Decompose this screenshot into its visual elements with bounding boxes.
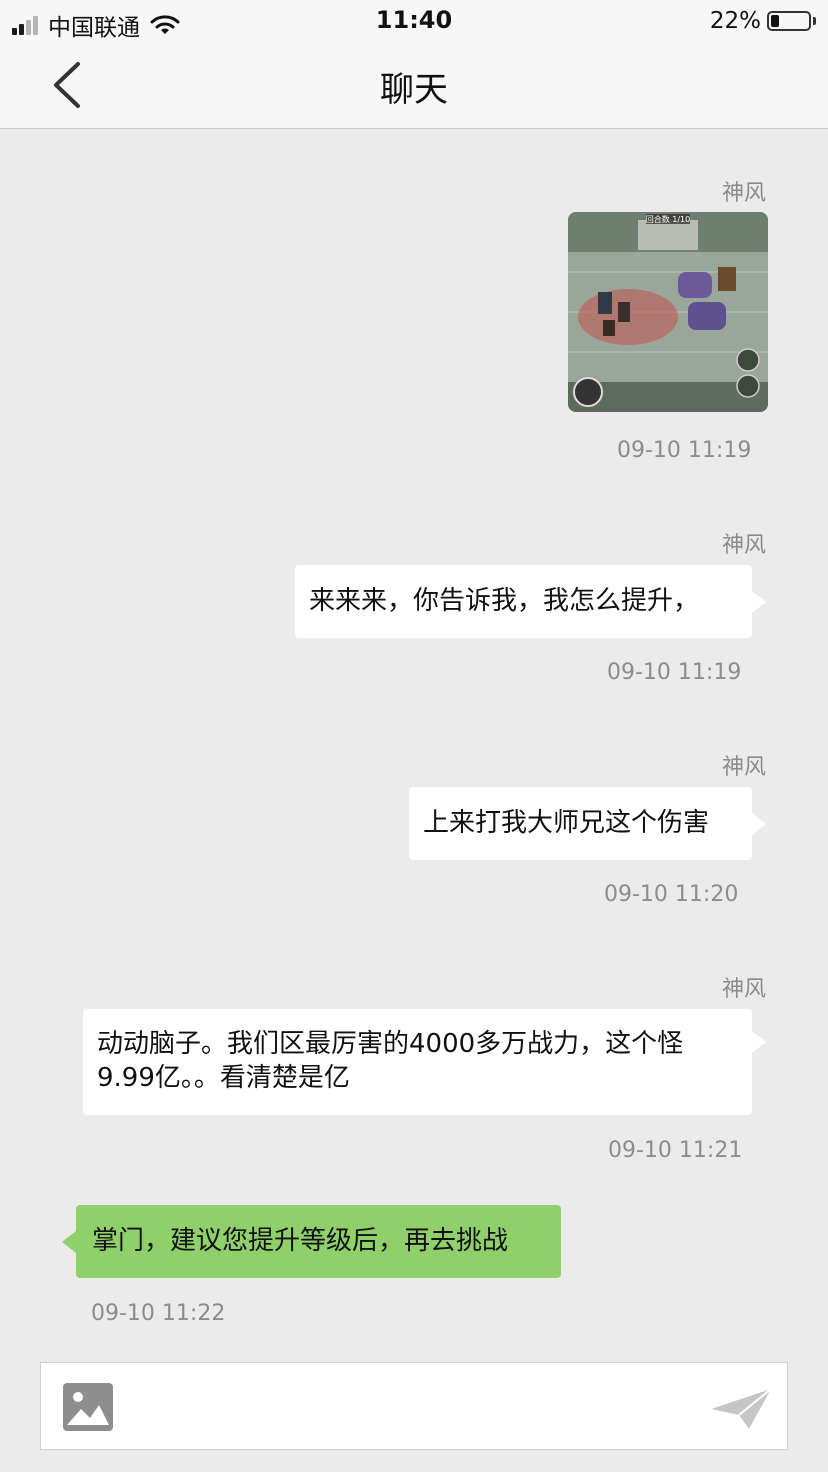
message-time: 09-10 11:19 [607,660,742,685]
message-bubble[interactable]: 来来来，你告诉我，我怎么提升， [295,565,752,638]
sender-name: 神风 [721,181,766,206]
bubble-tail [752,591,766,613]
bubble-tail [752,813,766,835]
game-screenshot-image[interactable]: 回合数 1/10 [568,212,768,412]
message-text: 上来打我大师兄这个伤害 [423,808,710,838]
chat-list[interactable]: 神风 回合数 1/10 09-10 11:19 神风 来来来，你告诉我，我怎么提… [0,129,828,1354]
status-right: 22% [710,8,816,34]
bubble-tail [752,1031,766,1053]
battery-tip [813,17,816,25]
message-text: 来来来，你告诉我，我怎么提升， [309,586,700,616]
sender-name: 神风 [721,755,766,780]
nav-bar: 聊天 [0,42,828,129]
status-time: 11:40 [375,6,453,34]
sender-name: 神风 [721,977,766,1002]
message-text: 动动脑子。我们区最厉害的4000多万战力，这个怪9.99亿。。看清楚是亿 [97,1029,684,1093]
battery-percent: 22% [709,8,761,34]
page-title: 聊天 [380,70,448,110]
chat-screen: 中国联通 11:40 22% 聊天 神风 回合数 1/10 09-10 11:1… [0,0,828,1472]
message-time: 09-10 11:19 [617,438,752,463]
input-bar[interactable] [40,1362,788,1450]
send-icon[interactable] [709,1387,773,1431]
status-bar: 中国联通 11:40 22% [0,0,828,42]
battle-scene-image: 回合数 1/10 [568,212,768,412]
reply-bubble[interactable]: 掌门，建议您提升等级后，再去挑战 [76,1205,561,1278]
battery-icon [767,11,811,31]
message-time: 09-10 11:22 [91,1301,226,1326]
message-bubble[interactable]: 上来打我大师兄这个伤害 [409,787,752,860]
round-counter: 回合数 1/10 [646,214,691,224]
sender-name: 神风 [721,533,766,558]
message-text: 掌门，建议您提升等级后，再去挑战 [92,1226,509,1256]
image-icon[interactable] [63,1383,113,1431]
battery-fill [771,15,779,27]
message-time: 09-10 11:21 [608,1138,743,1163]
message-time: 09-10 11:20 [604,882,739,907]
bubble-tail [62,1231,76,1253]
message-bubble[interactable]: 动动脑子。我们区最厉害的4000多万战力，这个怪9.99亿。。看清楚是亿 [83,1009,752,1115]
